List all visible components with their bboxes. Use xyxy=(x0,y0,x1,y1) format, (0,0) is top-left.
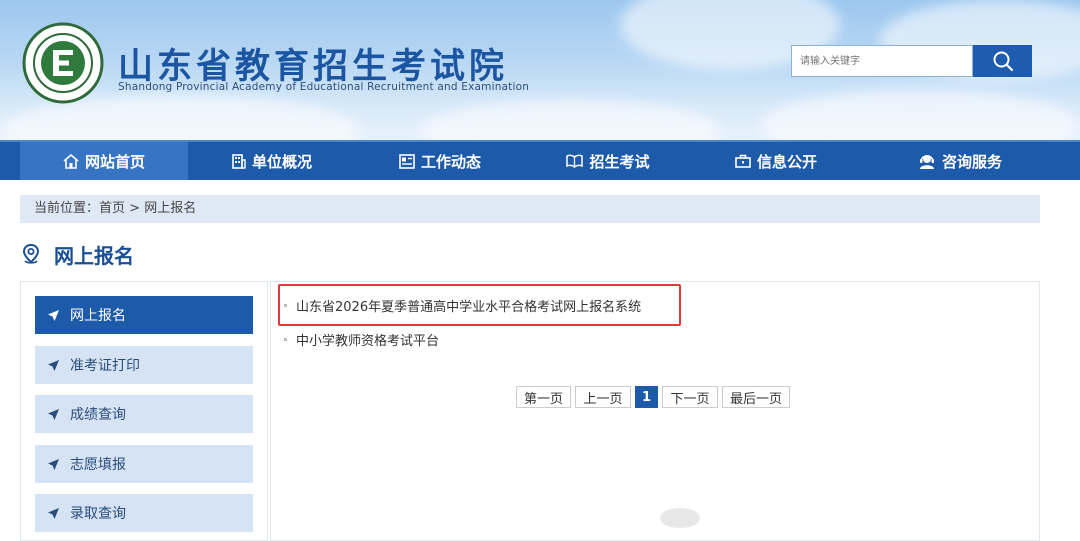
send-arrow-icon xyxy=(48,359,59,371)
nav-item-label: 咨询服务 xyxy=(941,152,1002,171)
search-icon xyxy=(993,51,1013,72)
breadcrumb-home-link[interactable]: 首页 xyxy=(99,201,125,216)
list-item-label: 中小学教师资格考试平台 xyxy=(296,334,440,349)
location-pin-icon xyxy=(22,243,40,264)
sidebar-item-admit-card[interactable]: 准考证打印 xyxy=(35,346,253,384)
sidebar-item-application[interactable]: 志愿填报 xyxy=(35,445,253,483)
send-arrow-icon xyxy=(48,408,59,420)
nav-item-home[interactable]: 网站首页 xyxy=(20,142,188,180)
page-title-text: 网上报名 xyxy=(54,243,134,268)
nav-item-label: 网站首页 xyxy=(84,152,145,171)
sidebar-item-label: 成绩查询 xyxy=(70,407,126,423)
sidebar-item-admission-query[interactable]: 录取查询 xyxy=(35,494,253,532)
search-input[interactable] xyxy=(791,45,973,77)
sidebar-item-score-query[interactable]: 成绩查询 xyxy=(35,395,253,433)
nav-item-disclosure[interactable]: 信息公开 xyxy=(692,142,860,180)
prev-page-button[interactable]: 上一页 xyxy=(575,386,631,408)
breadcrumb: 当前位置：首页 > 网上报名 xyxy=(20,195,1040,223)
send-arrow-icon xyxy=(48,458,59,470)
last-page-button[interactable]: 最后一页 xyxy=(722,386,790,408)
watermark-icon xyxy=(660,508,700,528)
briefcase-icon xyxy=(735,154,751,168)
nav-item-label: 工作动态 xyxy=(420,152,481,171)
news-icon xyxy=(399,153,415,169)
site-logo[interactable] xyxy=(22,22,104,104)
building-icon xyxy=(232,153,246,169)
nav-item-consult[interactable]: 咨询服务 xyxy=(860,142,1060,180)
sidebar-item-label: 志愿填报 xyxy=(70,457,126,473)
home-icon xyxy=(63,153,79,169)
nav-item-label: 信息公开 xyxy=(756,152,817,171)
support-icon xyxy=(919,155,934,169)
site-header: 山东省教育招生考试院 Shandong Provincial Academy o… xyxy=(0,0,1080,140)
breadcrumb-current: 网上报名 xyxy=(144,201,197,216)
nav-item-news[interactable]: 工作动态 xyxy=(356,142,524,180)
bullet-icon xyxy=(284,338,287,341)
first-page-button[interactable]: 第一页 xyxy=(516,386,571,408)
main-nav: 网站首页 单位概况 工作动态 招生考试 信息公开 咨询服务 xyxy=(0,140,1080,180)
breadcrumb-separator: > xyxy=(129,201,141,216)
next-page-button[interactable]: 下一页 xyxy=(662,386,718,408)
book-icon xyxy=(566,154,584,168)
nav-item-overview[interactable]: 单位概况 xyxy=(188,142,356,180)
nav-item-admission[interactable]: 招生考试 xyxy=(524,142,692,180)
list-item[interactable]: 中小学教师资格考试平台 xyxy=(284,330,439,349)
sidebar-item-label: 网上报名 xyxy=(70,308,126,324)
send-arrow-icon xyxy=(48,309,59,321)
search-button[interactable] xyxy=(973,45,1032,77)
breadcrumb-prefix: 当前位置： xyxy=(34,201,100,216)
site-subtitle: Shandong Provincial Academy of Education… xyxy=(118,81,530,93)
current-page-button[interactable]: 1 xyxy=(635,386,658,408)
page-title: 网上报名 xyxy=(20,238,134,270)
nav-item-label: 招生考试 xyxy=(589,152,650,171)
sidebar-item-label: 准考证打印 xyxy=(70,358,140,374)
nav-item-label: 单位概况 xyxy=(251,152,312,171)
sidebar-item-label: 录取查询 xyxy=(70,506,126,522)
highlight-annotation xyxy=(278,284,681,326)
sidebar-item-online-registration[interactable]: 网上报名 xyxy=(35,296,253,334)
